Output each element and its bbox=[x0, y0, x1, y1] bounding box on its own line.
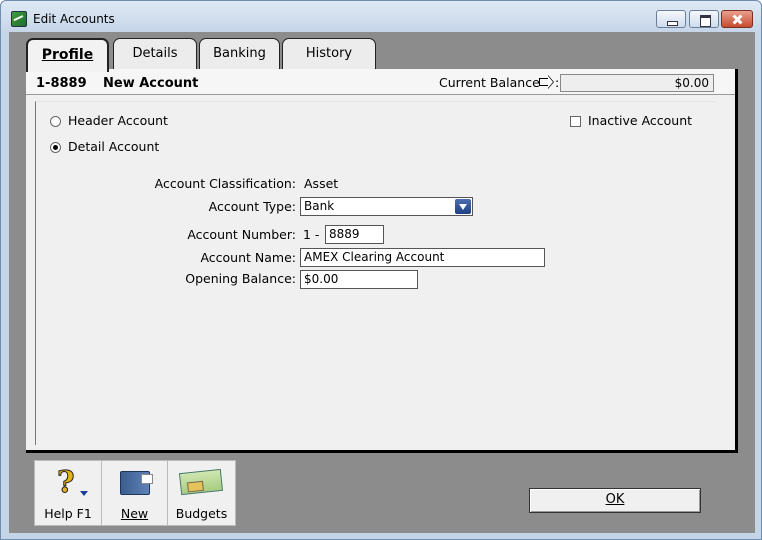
profile-form-area: Header Account Detail Account Inactive A… bbox=[35, 101, 716, 445]
tab-banking[interactable]: Banking bbox=[199, 38, 280, 70]
header-account-radio[interactable] bbox=[50, 116, 61, 127]
new-label: New bbox=[120, 506, 149, 521]
account-name-input[interactable]: AMEX Clearing Account bbox=[300, 248, 545, 267]
inactive-account-label: Inactive Account bbox=[588, 113, 693, 128]
tab-profile-label: Profile bbox=[41, 47, 94, 63]
ok-label: OK bbox=[605, 492, 625, 507]
window-title: Edit Accounts bbox=[33, 12, 115, 26]
account-number-input[interactable]: 8889 bbox=[325, 225, 384, 244]
opening-label-wrap: Opening Balance: bbox=[36, 271, 296, 291]
classification-label: Account Classification: bbox=[154, 176, 296, 191]
tab-history[interactable]: History bbox=[282, 38, 376, 70]
account-type-label: Account Type: bbox=[208, 199, 296, 214]
help-button[interactable]: ? Help F1 bbox=[35, 461, 102, 525]
account-number-label: Account Number: bbox=[187, 227, 296, 242]
tab-details[interactable]: Details bbox=[113, 38, 197, 70]
account-number-prefix: 1 - bbox=[303, 227, 320, 242]
minimize-icon[interactable] bbox=[656, 10, 686, 28]
account-type-value: Bank bbox=[304, 199, 335, 213]
help-icon: ? bbox=[57, 465, 76, 501]
current-balance-value: $0.00 bbox=[560, 74, 714, 92]
classification-label-wrap: Account Classification: bbox=[36, 176, 296, 196]
detail-account-label: Detail Account bbox=[68, 139, 160, 154]
header-account-title: New Account bbox=[103, 76, 199, 91]
profile-panel: 1-8889 New Account Current Balance : $0.… bbox=[26, 69, 738, 453]
opening-balance-label: Opening Balance: bbox=[185, 271, 296, 286]
budget-icon bbox=[178, 468, 224, 496]
edit-accounts-window: Edit Accounts Profile Details Banking Hi… bbox=[0, 0, 762, 540]
help-label: Help F1 bbox=[44, 506, 92, 521]
name-label-wrap: Account Name: bbox=[36, 250, 296, 270]
inactive-account-checkbox[interactable] bbox=[570, 116, 581, 127]
current-balance-label: Current Balance bbox=[439, 75, 540, 90]
ok-button[interactable]: OK bbox=[529, 488, 701, 513]
classification-value: Asset bbox=[304, 176, 339, 191]
chevron-down-icon[interactable] bbox=[455, 199, 471, 214]
close-icon[interactable] bbox=[721, 10, 753, 28]
tab-details-label: Details bbox=[132, 46, 178, 61]
tab-banking-label: Banking bbox=[213, 46, 266, 61]
budgets-button[interactable]: Budgets bbox=[168, 461, 235, 525]
title-bar: Edit Accounts bbox=[1, 1, 761, 35]
header-account-number: 1-8889 bbox=[36, 76, 87, 91]
new-button[interactable]: New bbox=[102, 461, 168, 525]
account-type-select[interactable]: Bank bbox=[300, 197, 473, 216]
budgets-label: Budgets bbox=[175, 506, 228, 521]
tab-history-label: History bbox=[305, 46, 353, 61]
maximize-icon[interactable] bbox=[689, 10, 719, 28]
chevron-down-icon bbox=[80, 491, 88, 496]
arrow-right-icon bbox=[539, 75, 554, 89]
header-account-label: Header Account bbox=[68, 113, 168, 128]
type-label-wrap: Account Type: bbox=[36, 199, 296, 219]
app-icon bbox=[11, 11, 27, 27]
panel-header: 1-8889 New Account Current Balance : $0.… bbox=[26, 69, 735, 95]
opening-balance-input[interactable]: $0.00 bbox=[300, 270, 418, 289]
window-client-area: Profile Details Banking History 1-8889 N… bbox=[9, 32, 755, 533]
number-label-wrap: Account Number: bbox=[36, 227, 296, 247]
current-balance-colon: : bbox=[555, 75, 560, 90]
new-icon bbox=[120, 471, 153, 495]
bottom-toolbar: ? Help F1 New Budgets bbox=[34, 460, 236, 526]
detail-account-radio[interactable] bbox=[50, 142, 61, 153]
tab-profile[interactable]: Profile bbox=[26, 38, 109, 72]
account-name-label: Account Name: bbox=[200, 250, 296, 265]
